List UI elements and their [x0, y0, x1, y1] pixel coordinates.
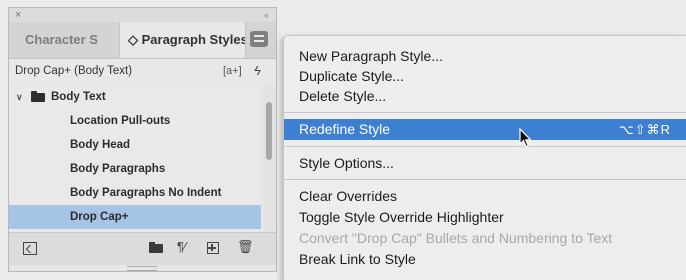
- menu-separator: [284, 112, 686, 113]
- menu-item-clear-overrides[interactable]: Clear Overrides: [284, 186, 686, 207]
- new-style-group-icon[interactable]: [149, 242, 163, 253]
- style-group-label: Body Text: [51, 91, 106, 103]
- style-item-label: Body Paragraphs: [70, 163, 166, 175]
- menu-item-delete-style[interactable]: Delete Style...: [284, 86, 686, 107]
- style-item[interactable]: Location Pull-outs: [9, 109, 261, 133]
- menu-item-label: Convert "Drop Cap" Bullets and Numbering…: [299, 230, 613, 246]
- menu-item-label: Break Link to Style: [299, 251, 416, 267]
- style-item[interactable]: Body Paragraphs No Indent: [9, 181, 261, 205]
- menu-item-break-link-to-style[interactable]: Break Link to Style: [284, 249, 686, 270]
- menu-separator: [284, 146, 686, 147]
- menu-item-label: Clear Overrides: [299, 188, 398, 204]
- style-item[interactable]: Body Head: [9, 133, 261, 157]
- panel-resize-grip[interactable]: [127, 266, 157, 271]
- menu-item-label: Duplicate Style...: [299, 68, 405, 84]
- menu-line-icon: [254, 40, 264, 42]
- mouse-cursor-icon: [519, 128, 532, 148]
- collapse-panel-icon[interactable]: ‹‹: [264, 8, 269, 22]
- panel-menu-button[interactable]: [250, 31, 268, 47]
- tab-paragraph-styles[interactable]: ◇ Paragraph Styles: [119, 22, 246, 58]
- chevron-down-icon[interactable]: ∨: [16, 85, 23, 109]
- menu-item-shortcut: ⌥⇧⌘R: [618, 122, 671, 137]
- create-style-from-override-icon[interactable]: [a+]: [223, 65, 242, 77]
- menu-item-label: Toggle Style Override Highlighter: [299, 209, 504, 225]
- style-item-label: Body Head: [70, 139, 131, 151]
- quick-apply-icon[interactable]: ϟ: [254, 63, 261, 78]
- load-styles-icon[interactable]: [23, 242, 37, 255]
- style-list-scrollbar[interactable]: [264, 85, 274, 231]
- menu-line-icon: [254, 35, 264, 37]
- menu-item-label: Delete Style...: [299, 88, 387, 104]
- close-panel-icon[interactable]: ×: [15, 8, 21, 22]
- menu-item-new-paragraph-style[interactable]: New Paragraph Style...: [284, 46, 686, 67]
- style-item-label: Location Pull-outs: [70, 115, 171, 127]
- menu-item-label: New Paragraph Style...: [299, 48, 443, 64]
- style-group-body-text[interactable]: ∨ Body Text: [9, 85, 261, 109]
- scrollbar-thumb[interactable]: [266, 102, 272, 160]
- current-style-status: Drop Cap+ (Body Text) [a+] ϟ: [9, 59, 276, 84]
- style-item-label: Body Paragraphs No Indent: [70, 187, 222, 199]
- style-item[interactable]: Body Paragraphs: [9, 157, 261, 181]
- panel-bottom-toolbar: ¶⁄ 🗑: [9, 232, 276, 265]
- menu-item-style-options[interactable]: Style Options...: [284, 153, 686, 174]
- style-list: ∨ Body Text Location Pull-outs Body Head…: [9, 85, 261, 231]
- menu-item-convert-bullets-disabled: Convert "Drop Cap" Bullets and Numbering…: [284, 228, 686, 249]
- menu-item-redefine-style[interactable]: Redefine Style ⌥⇧⌘R: [284, 119, 686, 140]
- paragraph-styles-panel: × ‹‹ Character S ◇ Paragraph Styles Drop…: [8, 7, 277, 272]
- create-new-style-icon[interactable]: [207, 242, 219, 254]
- panel-title-bar: × ‹‹: [9, 8, 276, 22]
- clear-overrides-icon[interactable]: ¶⁄: [177, 239, 186, 254]
- menu-item-label: Redefine Style: [299, 121, 391, 137]
- menu-separator: [284, 179, 686, 180]
- panel-tabs: Character S ◇ Paragraph Styles: [9, 22, 276, 59]
- current-style-label: Drop Cap+ (Body Text): [15, 65, 133, 77]
- trash-icon[interactable]: 🗑: [237, 239, 254, 255]
- tab-character-styles[interactable]: Character S: [9, 22, 119, 58]
- menu-item-toggle-override-highlighter[interactable]: Toggle Style Override Highlighter: [284, 207, 686, 228]
- style-item-label: Drop Cap+: [70, 211, 129, 223]
- panel-flyout-menu: New Paragraph Style... Duplicate Style..…: [283, 35, 686, 280]
- menu-item-duplicate-style[interactable]: Duplicate Style...: [284, 66, 686, 87]
- style-item-selected[interactable]: Drop Cap+: [9, 205, 261, 229]
- menu-item-label: Style Options...: [299, 155, 394, 171]
- folder-icon: [31, 91, 45, 102]
